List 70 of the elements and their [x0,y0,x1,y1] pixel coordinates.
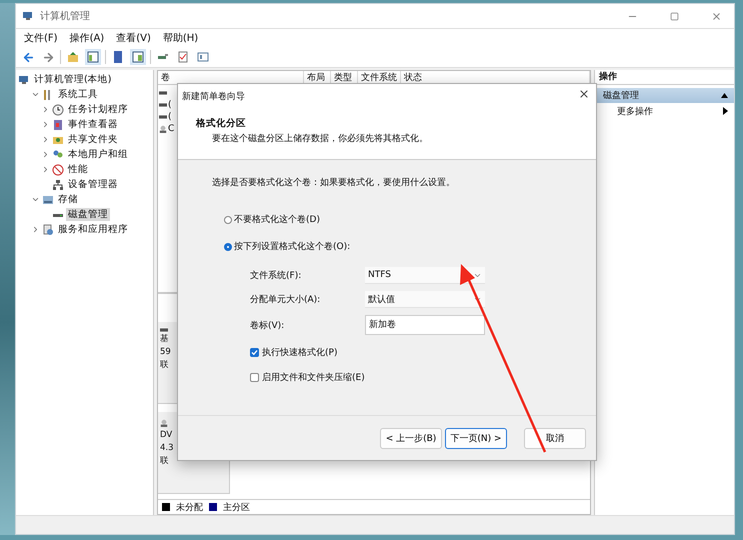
tree-item[interactable]: 本地用户和组 [66,148,130,161]
radio-button[interactable] [224,216,232,224]
radio-option[interactable]: 不要格式化这个卷(D) [224,213,596,226]
dialog-button[interactable]: 下一页(N) > [445,428,507,448]
chevron-down-icon[interactable] [30,195,40,204]
tree-item[interactable]: 存储 [56,193,80,206]
chevron-down-icon[interactable] [30,90,40,99]
action-item[interactable]: 更多操作 [595,103,734,119]
checkbox[interactable] [250,348,259,357]
volume-name: ( [168,112,172,122]
field-label: 卷标(V): [250,320,286,332]
maximize-icon[interactable] [670,12,678,20]
field-label: 分配单元大小(A): [250,294,322,306]
caret-right-icon[interactable] [723,107,728,115]
disk-info: 联 [160,455,170,467]
disk-info: DV [160,429,174,441]
input-field[interactable]: 新加卷 [365,315,485,335]
dropdown-field[interactable]: 默认值 [365,291,485,308]
tree-item[interactable]: 磁盘管理 [66,208,110,221]
event-icon [52,118,64,130]
panel-icon[interactable] [130,49,146,65]
radio-button[interactable] [224,242,232,250]
storage-icon [42,194,54,206]
menu-item[interactable]: 查看(V) [114,30,153,46]
volume-name: ( [168,100,172,110]
tree-item[interactable]: 任务计划程序 [66,103,130,116]
menu-item[interactable]: 文件(F) [22,30,60,46]
radio-option[interactable]: 按下列设置格式化这个卷(O): [224,240,596,253]
tree-item[interactable]: 计算机管理(本地) [32,73,114,86]
dialog-title: 新建简单卷向导 [182,90,245,103]
services-icon [42,224,54,236]
actions-section[interactable]: 磁盘管理 [595,88,734,103]
console-tree-icon[interactable] [85,49,101,65]
dropdown-field[interactable]: NTFS [365,267,485,284]
field-label: 文件系统(F): [250,270,302,282]
disk-info: 联 [160,359,170,371]
performance-icon [52,164,64,176]
menu-item[interactable]: 帮助(H) [160,30,200,46]
dialog-button[interactable]: < 上一步(B) [380,428,442,448]
legend-label: 未分配 [176,502,203,514]
legend-label: 主分区 [223,502,250,514]
actions-header: 操作 [595,70,734,85]
disk-info: 4.3 [160,442,175,454]
checkbox-option[interactable]: 启用文件和文件夹压缩(E) [250,371,596,384]
tree-item[interactable]: 共享文件夹 [66,133,120,146]
folder-up-icon[interactable] [65,49,81,65]
tree-item[interactable]: 事件查看器 [66,118,120,131]
tree-item[interactable]: 设备管理器 [66,178,120,191]
tree-item[interactable]: 服务和应用程序 [56,223,130,236]
tree-item[interactable]: 性能 [66,163,90,176]
window-title: 计算机管理 [40,10,91,23]
users-icon [52,148,64,160]
menu-item[interactable]: 操作(A) [68,30,106,46]
clock-icon [52,104,64,116]
device-icon [52,178,64,190]
disk-info: 59 [160,346,172,358]
checkbox-option[interactable]: 执行快速格式化(P) [250,346,596,359]
prompt-text: 选择是否要格式化这个卷：如果要格式化，要使用什么设置。 [212,176,456,189]
page-description: 要在这个磁盘分区上储存数据，你必须先将其格式化。 [212,132,429,145]
computer-icon [22,10,34,22]
page-heading: 格式化分区 [196,117,247,130]
dialog-button[interactable]: 取消 [524,428,586,448]
computer-icon [18,74,30,86]
drive-icon [160,418,168,428]
checkbox[interactable] [250,373,259,382]
tree-item[interactable]: 系统工具 [56,88,100,101]
volume-name: C [168,124,174,134]
collapse-triangle-icon[interactable] [721,93,728,98]
close-icon[interactable] [578,88,590,100]
disk-info: 基 [160,333,170,345]
